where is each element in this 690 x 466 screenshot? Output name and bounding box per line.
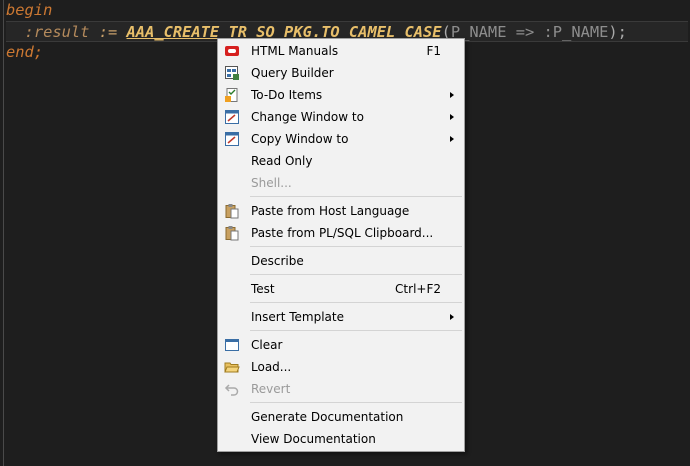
- menu-item-load[interactable]: Load...: [219, 356, 463, 378]
- menu-item-insert-template[interactable]: Insert Template: [219, 306, 463, 328]
- menu-item-label: Paste from PL/SQL Clipboard...: [251, 226, 434, 240]
- context-menu: HTML Manuals F1 Query Builder To-Do Item…: [217, 38, 465, 452]
- menu-item-view-documentation[interactable]: View Documentation: [219, 428, 463, 450]
- menu-item-revert: Revert: [219, 378, 463, 400]
- menu-item-shortcut: F1: [426, 44, 441, 58]
- begin-keyword: begin: [6, 1, 53, 19]
- paste-icon: [224, 225, 240, 241]
- query-builder-icon: [224, 65, 240, 81]
- menu-item-shell: Shell...: [219, 172, 463, 194]
- menu-item-label: Load...: [251, 360, 292, 374]
- menu-item-paste-from-host-language[interactable]: Paste from Host Language: [219, 200, 463, 222]
- submenu-arrow-icon: [450, 114, 454, 120]
- menu-item-label: Test: [251, 282, 275, 296]
- menu-item-generate-documentation[interactable]: Generate Documentation: [219, 406, 463, 428]
- menu-item-label: Read Only: [251, 154, 313, 168]
- menu-item-paste-from-plsql-clipboard[interactable]: Paste from PL/SQL Clipboard...: [219, 222, 463, 244]
- menu-item-label: Insert Template: [251, 310, 344, 324]
- menu-item-label: Clear: [251, 338, 283, 352]
- submenu-arrow-icon: [450, 92, 454, 98]
- paste-icon: [224, 203, 240, 219]
- menu-item-label: View Documentation: [251, 432, 376, 446]
- menu-item-todo-items[interactable]: To-Do Items: [219, 84, 463, 106]
- undo-icon: [224, 381, 240, 397]
- menu-separator: [250, 246, 462, 247]
- menu-item-label: Describe: [251, 254, 304, 268]
- call-arguments: P_NAME => :P_NAME: [450, 23, 609, 41]
- menu-item-label: Generate Documentation: [251, 410, 404, 424]
- menu-item-query-builder[interactable]: Query Builder: [219, 62, 463, 84]
- menu-item-label: Change Window to: [251, 110, 364, 124]
- end-keyword: end;: [6, 43, 44, 61]
- todo-icon: [224, 87, 240, 103]
- oracle-icon: [224, 43, 240, 59]
- menu-item-label: Query Builder: [251, 66, 334, 80]
- window-icon: [224, 109, 240, 125]
- open-folder-icon: [224, 359, 240, 375]
- menu-item-describe[interactable]: Describe: [219, 250, 463, 272]
- menu-separator: [250, 196, 462, 197]
- menu-item-label: To-Do Items: [251, 88, 323, 102]
- menu-separator: [250, 402, 462, 403]
- code-line-1[interactable]: begin: [6, 0, 688, 21]
- menu-item-label: Revert: [251, 382, 291, 396]
- menu-item-label: HTML Manuals: [251, 44, 339, 58]
- clear-window-icon: [224, 337, 240, 353]
- submenu-arrow-icon: [450, 314, 454, 320]
- menu-item-shortcut: Ctrl+F2: [395, 282, 441, 296]
- menu-item-clear[interactable]: Clear: [219, 334, 463, 356]
- menu-item-copy-window-to[interactable]: Copy Window to: [219, 128, 463, 150]
- menu-item-label: Copy Window to: [251, 132, 349, 146]
- submenu-arrow-icon: [450, 136, 454, 142]
- assignment-operator: :=: [98, 23, 118, 41]
- menu-separator: [250, 274, 462, 275]
- editor-gutter: [3, 0, 4, 466]
- menu-item-read-only[interactable]: Read Only: [219, 150, 463, 172]
- close-paren: );: [608, 23, 627, 41]
- window-icon: [224, 131, 240, 147]
- menu-separator: [250, 302, 462, 303]
- menu-item-change-window-to[interactable]: Change Window to: [219, 106, 463, 128]
- menu-item-label: Shell...: [251, 176, 292, 190]
- bind-variable: :result: [24, 23, 90, 41]
- menu-item-test[interactable]: Test Ctrl+F2: [219, 278, 463, 300]
- menu-item-label: Paste from Host Language: [251, 204, 410, 218]
- menu-separator: [250, 330, 462, 331]
- menu-item-html-manuals[interactable]: HTML Manuals F1: [219, 40, 463, 62]
